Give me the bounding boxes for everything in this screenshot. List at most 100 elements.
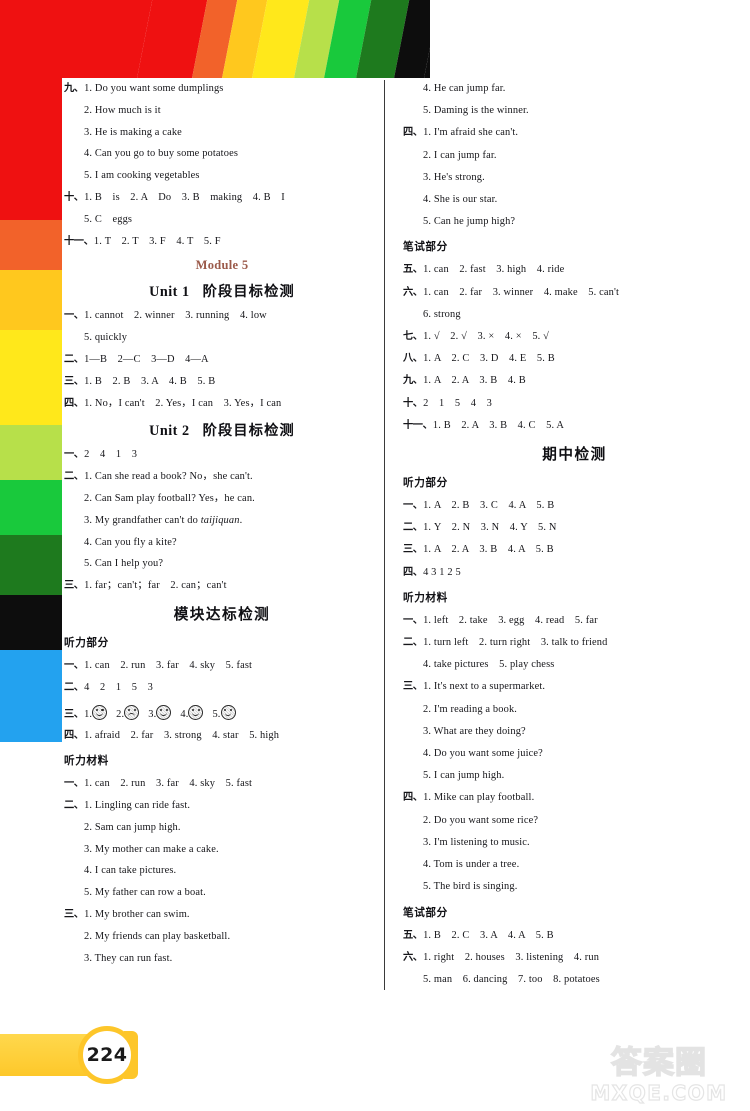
answer-line: 4. Tom is under a tree.	[403, 859, 746, 871]
answer-text: 1. B 2. A 3. B 4. C 5. A	[432, 419, 565, 431]
answer-line: 三、1. B 2. B 3. A 4. B 5. B	[64, 375, 380, 387]
answer-line: 一、1. left 2. take 3. egg 4. read 5. far	[403, 614, 746, 626]
answer-text: 1. afraid 2. far 3. strong 4. star 5. hi…	[84, 730, 280, 742]
answer-line: 2. How much is it	[64, 104, 380, 116]
page-number: 224	[86, 1044, 128, 1066]
answer-text: 1. B 2. B 3. A 4. B 5. B	[84, 375, 216, 387]
answer-text: 4. Tom is under a tree.	[423, 859, 520, 871]
section-marker: 一、	[403, 614, 423, 626]
answer-line: 4. Can you go to buy some potatoes	[64, 149, 380, 159]
section-marker: 六、	[403, 951, 423, 963]
answer-text: 1. Y 2. N 3. N 4. Y 5. N	[423, 522, 557, 534]
section-marker: 四、	[64, 397, 84, 409]
answer-line: 二、1. Lingling can ride fast.	[64, 800, 380, 811]
answer-text: 4. Can you go to buy some potatoes	[84, 148, 239, 160]
smiley-answer-row: 三、1. 2. 3. 4. 5.	[64, 704, 380, 720]
answer-text: 1. turn left 2. turn right 3. talk to fr…	[423, 637, 608, 649]
section-marker: 三、	[403, 681, 423, 693]
answer-text: 4. He can jump far.	[423, 83, 506, 94]
unit1-title-en: Unit 1	[149, 284, 190, 301]
midterm-title: 期中检测	[542, 446, 607, 464]
section-marker: 二、	[64, 681, 84, 693]
answer-line: 十一、1. B 2. A 3. B 4. C 5. A	[403, 419, 746, 431]
answer-line: 二、1. turn left 2. turn right 3. talk to …	[403, 637, 746, 649]
answer-line: 2. Sam can jump high.	[64, 822, 380, 833]
unit2-title: Unit 2 阶段目标检测	[64, 420, 380, 440]
answer-line: 5. Can he jump high?	[403, 217, 746, 227]
answer-text: 2. I can jump far.	[423, 149, 497, 161]
answer-text: 2 4 1 3	[84, 449, 138, 461]
answer-sheet-page: 九、1. Do you want some dumplings 2. How m…	[62, 78, 750, 1030]
answer-text: 2. I'm reading a book.	[423, 703, 518, 715]
answer-text: 1. B 2. C 3. A 4. A 5. B	[423, 929, 554, 941]
answer-line: 4. She is our star.	[403, 194, 746, 205]
answer-text: 2. Can Sam play football? Yes，he can.	[84, 492, 255, 504]
section-marker: 九、	[403, 375, 423, 387]
smiley-happy-icon	[220, 704, 236, 720]
face-num: 2.	[116, 708, 125, 720]
answer-line: 3. My mother can make a cake.	[64, 844, 380, 855]
rainbow-side-stripe	[0, 270, 62, 330]
left-column: 九、1. Do you want some dumplings 2. How m…	[62, 78, 384, 1030]
section-marker: 一、	[403, 500, 423, 512]
answer-line: 一、1. can 2. run 3. far 4. sky 5. fast	[64, 659, 380, 671]
answer-line: 3. I'm listening to music.	[403, 837, 746, 848]
answer-text: 1. far；can't；far 2. can；can't	[84, 580, 227, 592]
rainbow-side-stripe	[0, 330, 62, 425]
answer-text: 5. Can he jump high?	[423, 216, 516, 228]
answer-line: 一、1. cannot 2. winner 3. running 4. low	[64, 311, 380, 321]
answer-line: 二、4 2 1 5 3	[64, 681, 380, 693]
rainbow-side-stripe	[0, 535, 62, 595]
section-marker: 二、	[64, 471, 84, 483]
answer-line: 三、1. It's next to a supermarket.	[403, 682, 746, 692]
section-marker: 八、	[403, 353, 423, 365]
answer-line: 4. He can jump far.	[403, 83, 746, 94]
section-marker: 二、	[64, 353, 84, 365]
face-num: 5.	[212, 708, 221, 720]
rainbow-side-stripe	[0, 425, 62, 480]
face-num: 1.	[84, 708, 93, 720]
answer-text: 1. cannot 2. winner 3. running 4. low	[84, 310, 267, 322]
section-marker: 三、	[64, 908, 84, 920]
answer-line: 3. What are they doing?	[403, 726, 746, 737]
answer-text: 1. can 2. fast 3. high 4. ride	[423, 264, 565, 276]
answer-text: 1. T 2. T 3. F 4. T 5. F	[93, 235, 221, 247]
answer-text: 4. I can take pictures.	[84, 865, 177, 877]
answer-line: 二、1—B 2—C 3—D 4—A	[64, 353, 380, 365]
answer-text: 1. can 2. run 3. far 4. sky 5. fast	[84, 659, 253, 671]
answer-text: 2. My friends can play basketball.	[84, 930, 231, 942]
smiley-happy-icon	[188, 704, 204, 720]
unit1-title: Unit 1 阶段目标检测	[64, 281, 380, 301]
answer-line: 五、1. B 2. C 3. A 4. A 5. B	[403, 929, 746, 941]
smiley-sad-icon	[124, 704, 140, 720]
smiley-happy-icon	[156, 704, 172, 720]
answer-text: 1. A 2. B 3. C 4. A 5. B	[423, 500, 555, 512]
answer-text: 5. Daming is the winner.	[423, 105, 529, 117]
answer-text: 1. It's next to a supermarket.	[423, 681, 546, 693]
rainbow-side-stripe	[0, 595, 62, 650]
answer-text: 2. Do you want some rice?	[423, 814, 539, 826]
answer-text: 1. right 2. houses 3. listening 4. run	[423, 951, 600, 963]
answer-line: 2. Can Sam play football? Yes，he can.	[64, 492, 380, 504]
answer-line: 4. take pictures 5. play chess	[403, 660, 746, 670]
answer-line: 4. Do you want some juice?	[403, 748, 746, 760]
section-marker: 四、	[403, 792, 423, 804]
section-marker: 九、	[64, 83, 84, 94]
rainbow-side-decoration	[0, 0, 62, 742]
answer-line: 十、2 1 5 4 3	[403, 398, 746, 409]
answer-line: 四、1. No，I can't 2. Yes，I can 3. Yes，I ca…	[64, 397, 380, 409]
answer-text: 3. My grandfather can't do taijiquan.	[84, 514, 243, 526]
answer-text: 2. How much is it	[84, 104, 161, 116]
site-watermark: 答案圈 MXQE.COM	[576, 1047, 742, 1106]
answer-text: 3. They can run fast.	[84, 952, 173, 964]
listening-section-heading: 听力部分	[64, 636, 109, 649]
answer-line: 四、1. Mike can play football.	[403, 793, 746, 803]
section-marker: 四、	[64, 730, 84, 742]
answer-line: 5. Daming is the winner.	[403, 106, 746, 116]
answer-text: 4 3 1 2 5	[423, 566, 461, 578]
answer-text: 4. Do you want some juice?	[423, 748, 543, 760]
answer-line: 十、1. B is 2. A Do 3. B making 4. B I	[64, 192, 380, 203]
answer-line: 五、1. can 2. fast 3. high 4. ride	[403, 265, 746, 275]
unit2-title-cn: 阶段目标检测	[202, 423, 295, 440]
face-num: 3.	[148, 708, 157, 720]
